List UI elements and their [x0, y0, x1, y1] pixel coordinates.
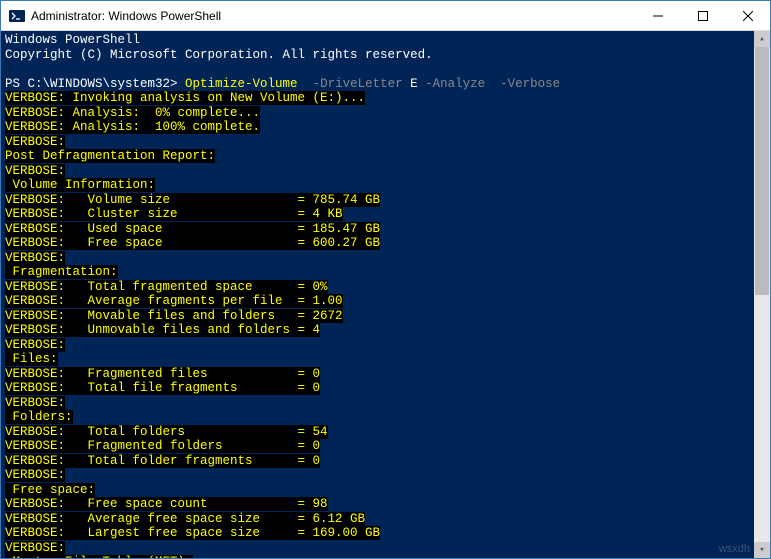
cmd-name: Optimize-Volume [185, 77, 298, 91]
powershell-icon [9, 8, 25, 24]
output-line: Post Defragmentation Report: [5, 149, 766, 164]
output-line: Fragmentation: [5, 265, 766, 280]
ps-header-1: Windows PowerShell [5, 33, 766, 48]
scroll-up-button[interactable]: ▴ [754, 31, 770, 47]
output-line: VERBOSE: Free space = 600.27 GB [5, 236, 766, 251]
output-lines: VERBOSE: Invoking analysis on New Volume… [5, 91, 766, 558]
param-driveletter-val: E [410, 77, 425, 91]
minimize-button[interactable] [635, 1, 680, 30]
output-line: VERBOSE: Total file fragments = 0 [5, 381, 766, 396]
output-line: VERBOSE: [5, 164, 766, 179]
output-line: VERBOSE: [5, 135, 766, 150]
scroll-down-button[interactable]: ▾ [754, 542, 770, 558]
scroll-thumb[interactable] [755, 47, 769, 295]
output-line: VERBOSE: Movable files and folders = 267… [5, 309, 766, 324]
output-line: VERBOSE: Cluster size = 4 KB [5, 207, 766, 222]
output-line: VERBOSE: Total folders = 54 [5, 425, 766, 440]
output-line: VERBOSE: [5, 541, 766, 556]
output-line: VERBOSE: Total fragmented space = 0% [5, 280, 766, 295]
terminal-area[interactable]: Windows PowerShell Copyright (C) Microso… [1, 31, 770, 558]
output-line: VERBOSE: Free space count = 98 [5, 497, 766, 512]
output-line: VERBOSE: [5, 251, 766, 266]
prompt-line: PS C:\WINDOWS\system32> Optimize-Volume … [5, 77, 766, 92]
prompt-path: PS C:\WINDOWS\system32> [5, 77, 185, 91]
output-line: VERBOSE: [5, 468, 766, 483]
param-verbose: -Verbose [485, 77, 560, 91]
output-line: VERBOSE: Unmovable files and folders = 4 [5, 323, 766, 338]
output-line: VERBOSE: [5, 338, 766, 353]
output-line: Free space: [5, 483, 766, 498]
output-line: Folders: [5, 410, 766, 425]
output-line: VERBOSE: Largest free space size = 169.0… [5, 526, 766, 541]
blank-line [5, 62, 766, 77]
output-line: Master File Table (MFT): [5, 555, 766, 558]
output-line: VERBOSE: Invoking analysis on New Volume… [5, 91, 766, 106]
title-bar[interactable]: Administrator: Windows PowerShell [1, 1, 770, 31]
watermark-text: wsxdh [719, 542, 750, 557]
maximize-button[interactable] [680, 1, 725, 30]
window-title: Administrator: Windows PowerShell [31, 9, 635, 23]
output-line: VERBOSE: Volume size = 785.74 GB [5, 193, 766, 208]
output-line: VERBOSE: Total folder fragments = 0 [5, 454, 766, 469]
output-line: Files: [5, 352, 766, 367]
output-line: VERBOSE: Fragmented files = 0 [5, 367, 766, 382]
output-line: Volume Information: [5, 178, 766, 193]
ps-header-2: Copyright (C) Microsoft Corporation. All… [5, 48, 766, 63]
close-button[interactable] [725, 1, 770, 30]
param-analyze: -Analyze [425, 77, 485, 91]
output-line: VERBOSE: Analysis: 0% complete... [5, 106, 766, 121]
output-line: VERBOSE: Average free space size = 6.12 … [5, 512, 766, 527]
output-line: VERBOSE: Average fragments per file = 1.… [5, 294, 766, 309]
powershell-window: Administrator: Windows PowerShell Window… [0, 0, 771, 559]
output-line: VERBOSE: Analysis: 100% complete. [5, 120, 766, 135]
output-line: VERBOSE: Fragmented folders = 0 [5, 439, 766, 454]
output-line: VERBOSE: [5, 396, 766, 411]
vertical-scrollbar[interactable]: ▴ ▾ [754, 31, 770, 558]
scroll-track[interactable] [754, 47, 770, 542]
param-driveletter: -DriveLetter [298, 77, 411, 91]
output-line: VERBOSE: Used space = 185.47 GB [5, 222, 766, 237]
window-controls [635, 1, 770, 30]
